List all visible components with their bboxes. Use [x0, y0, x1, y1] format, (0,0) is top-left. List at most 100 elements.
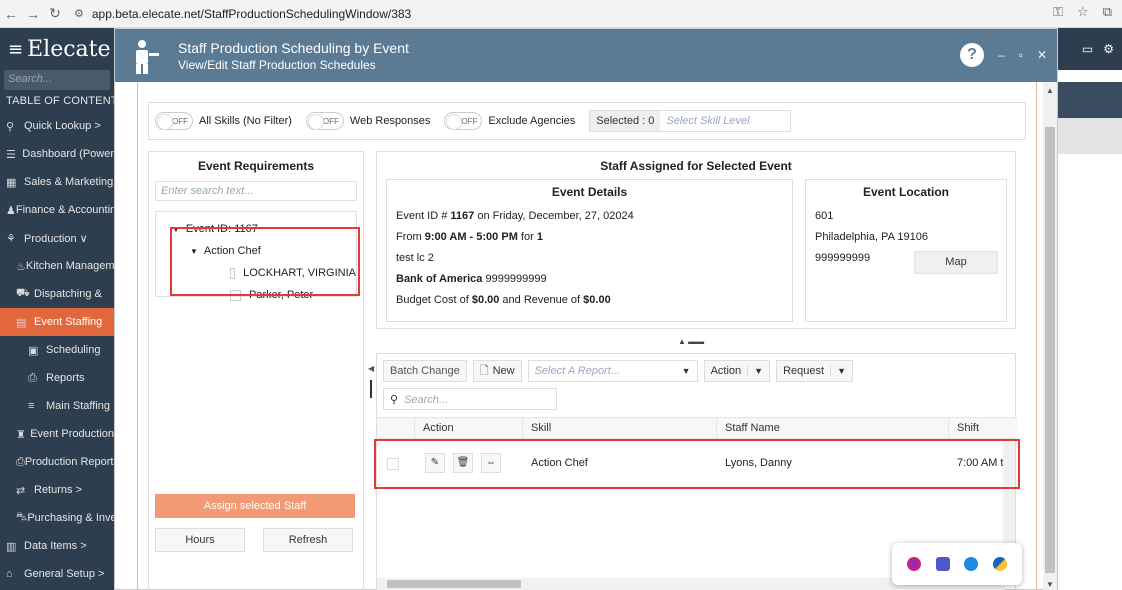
production-icon: ⚘: [6, 232, 16, 245]
settings-icon[interactable]: ⚙: [1103, 42, 1114, 56]
batch-change-button[interactable]: Batch Change: [383, 360, 467, 382]
sidebar-item-dispatching[interactable]: ⛟ Dispatching &: [0, 280, 114, 308]
sidebar-item-production-reports[interactable]: ⎙ Production Reports: [0, 448, 114, 476]
forward-icon[interactable]: →: [22, 6, 44, 22]
list-icon: ≡: [28, 400, 35, 412]
setup-icon: ⌂: [6, 568, 13, 580]
menu-icon: ☰: [6, 148, 16, 161]
url-text: app.beta.elecate.net/StaffProductionSche…: [91, 6, 412, 21]
sidebar-item-quick-lookup[interactable]: ⚲ Quick Lookup >: [0, 112, 114, 140]
selected-count: Selected : 0: [590, 111, 661, 131]
web-responses-toggle[interactable]: OFF: [305, 112, 344, 130]
address-bar[interactable]: ⚙ app.beta.elecate.net/StaffProductionSc…: [74, 4, 411, 24]
collapse-left-icon[interactable]: ◀: [368, 364, 374, 373]
app-sidebar: ≡ Elecate Search... TABLE OF CONTENTS ⚲ Qu…: [0, 28, 114, 590]
new-doc-icon: 🗋: [479, 365, 489, 377]
key-icon[interactable]: ⚿: [1053, 4, 1063, 20]
security-icon[interactable]: [992, 557, 1007, 571]
requirements-search-input[interactable]: Enter search text...: [155, 181, 357, 201]
sidebar-item-dashboard[interactable]: ☰ Dashboard (Power: [0, 140, 114, 168]
data-icon: ▥: [6, 540, 17, 553]
system-tray-popup: [892, 543, 1022, 585]
event-location-title: Event Location: [862, 185, 949, 199]
modal-subtitle: View/Edit Staff Production Schedules: [178, 58, 376, 72]
column-staff-name[interactable]: Staff Name: [717, 418, 949, 438]
extensions-icon[interactable]: ⧉: [1103, 4, 1112, 20]
sidebar-item-production[interactable]: ⚘ Production ∨: [0, 224, 114, 252]
select-all-column[interactable]: [377, 418, 415, 438]
sidebar-item-general-setup[interactable]: ⌂ General Setup >: [0, 560, 114, 588]
sidebar-item-data-items[interactable]: ▥ Data Items >: [0, 532, 114, 560]
request-dropdown[interactable]: Request ▼: [776, 360, 853, 382]
truck-icon: ⛟: [16, 287, 30, 299]
sidebar-item-sales[interactable]: ▦ Sales & Marketing: [0, 168, 114, 196]
hours-button[interactable]: Hours: [155, 528, 245, 552]
browser-toolbar: ← → ↻ ⚙ app.beta.elecate.net/StaffProduc…: [0, 0, 1122, 28]
back-icon[interactable]: ←: [0, 6, 22, 22]
staff-scheduling-modal: Staff Production Scheduling by Event Vie…: [114, 28, 1058, 590]
event-time-line: From 9:00 AM - 5:00 PM for 1: [396, 231, 543, 243]
sidebar-item-purchasing[interactable]: ⛍Purchasing & Inventory: [0, 504, 114, 532]
action-dropdown[interactable]: Action ▼: [703, 360, 771, 382]
report-select[interactable]: Select A Report... ▼: [527, 360, 698, 382]
star-icon[interactable]: ☆: [1077, 4, 1089, 20]
site-info-icon[interactable]: ⚙: [74, 7, 84, 20]
panel-divider[interactable]: [370, 380, 372, 398]
grid-search-input[interactable]: ⚲ Search...: [383, 388, 557, 410]
hamburger-icon[interactable]: ≡: [8, 39, 23, 60]
new-button[interactable]: 🗋 New: [472, 360, 522, 382]
scroll-down-icon[interactable]: ▼: [1046, 580, 1054, 589]
location-phone: 999999999: [815, 252, 871, 264]
skill-level-select[interactable]: Selected : 0 Select Skill Level: [589, 110, 792, 132]
close-icon[interactable]: ✕: [1037, 48, 1047, 62]
exclude-agencies-toggle[interactable]: OFF: [444, 112, 483, 130]
calendar-icon: ▣: [28, 344, 39, 357]
event-id-line: Event ID # 1167 on Friday, December, 27,…: [396, 210, 634, 222]
highlight-box: [170, 227, 360, 296]
app-tray-icon[interactable]: [907, 557, 922, 571]
budget-line: Budget Cost of $0.00 and Revenue of $0.0…: [396, 294, 611, 306]
staff-assigned-title: Staff Assigned for Selected Event: [600, 159, 792, 173]
column-action[interactable]: Action: [415, 418, 523, 438]
sidebar-search-input[interactable]: Search...: [4, 70, 110, 90]
column-skill[interactable]: Skill: [523, 418, 717, 438]
event-requirements-panel: Event Requirements Enter search text... …: [148, 151, 364, 590]
reload-icon[interactable]: ↻: [44, 5, 66, 22]
client-line: Bank of America 9999999999: [396, 273, 547, 285]
scroll-up-icon[interactable]: ▲: [1046, 86, 1054, 95]
folder-icon[interactable]: ▭: [1082, 42, 1093, 56]
refresh-button[interactable]: Refresh: [263, 528, 353, 552]
assign-selected-staff-button[interactable]: Assign selected Staff: [155, 494, 355, 518]
sidebar-item-event-staffing[interactable]: ▤ Event Staffing: [0, 308, 114, 336]
event-details-box: Event Details Event ID # 1167 on Friday,…: [386, 179, 793, 322]
modal-scrollbar[interactable]: ▲ ▼: [1043, 82, 1057, 590]
skill-level-placeholder: Select Skill Level: [666, 115, 750, 127]
kitchen-icon: ♨: [16, 260, 26, 273]
maximize-icon[interactable]: ▫: [1019, 48, 1023, 62]
all-skills-toggle[interactable]: OFF: [155, 112, 193, 130]
help-button[interactable]: ?: [959, 43, 984, 67]
event-location-box: Event Location 601 Philadelphia, PA 1910…: [805, 179, 1007, 322]
splitter-handle[interactable]: ▲ ▬▬: [678, 337, 704, 346]
location-line2: Philadelphia, PA 19106: [815, 231, 928, 243]
bluetooth-icon[interactable]: [964, 557, 979, 571]
sidebar-item-returns[interactable]: ⇄ Returns >: [0, 476, 114, 504]
column-shift[interactable]: Shift: [949, 418, 1005, 438]
modal-header: Staff Production Scheduling by Event Vie…: [115, 29, 1057, 82]
sidebar-item-event-production[interactable]: ♜ Event Production: [0, 420, 114, 448]
exclude-agencies-label: Exclude Agencies: [488, 115, 576, 127]
teams-icon[interactable]: [935, 557, 950, 571]
sidebar-item-scheduling[interactable]: ▣ Scheduling: [0, 336, 114, 364]
map-button[interactable]: Map: [914, 251, 998, 274]
sidebar-item-main-staffing[interactable]: ≡ Main Staffing: [0, 392, 114, 420]
location-line1: 601: [815, 210, 834, 222]
minimize-icon[interactable]: –: [998, 48, 1005, 62]
background-app-area: ▭ ⚙: [1058, 28, 1122, 590]
sidebar-item-kitchen[interactable]: ♨Kitchen Management: [0, 252, 114, 280]
dropdown-arrow-icon: ▼: [681, 366, 691, 376]
sidebar-item-reports[interactable]: ⎙ Reports: [0, 364, 114, 392]
sidebar-item-finance[interactable]: ♟ Finance & Accounting: [0, 196, 114, 224]
event-details-title: Event Details: [551, 185, 628, 199]
event-requirements-title: Event Requirements: [197, 159, 315, 173]
print-icon: ⎙: [28, 371, 37, 384]
